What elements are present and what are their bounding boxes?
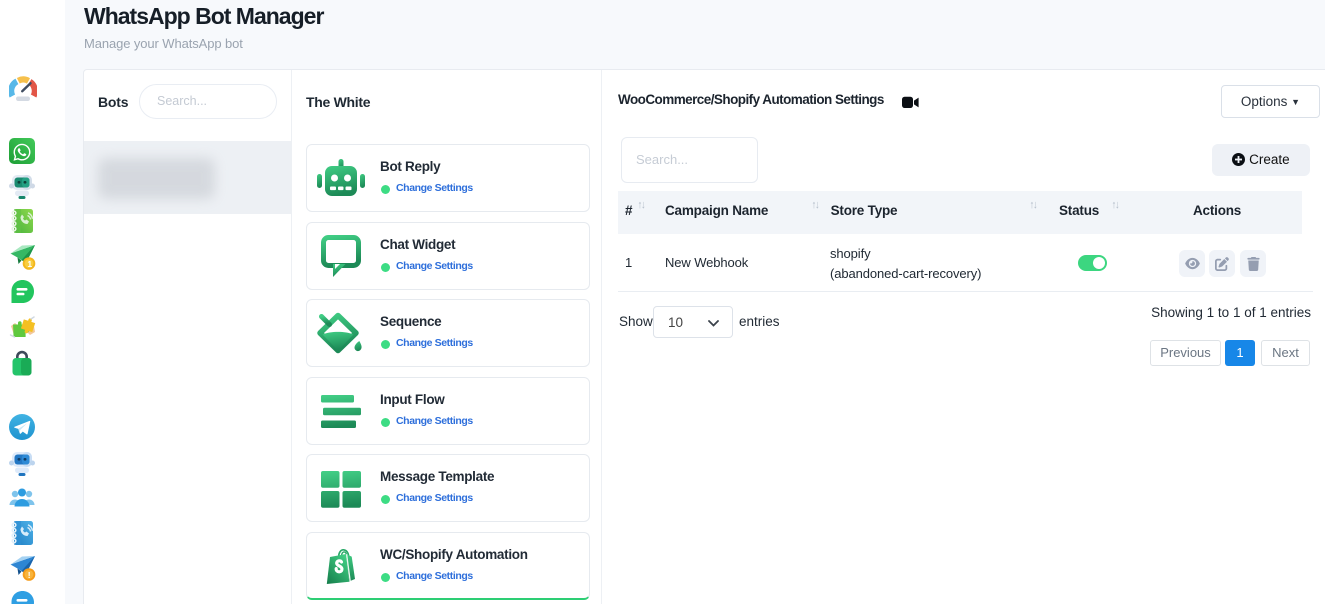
svg-text:!: ! — [28, 570, 31, 580]
svg-text:1: 1 — [27, 259, 32, 269]
